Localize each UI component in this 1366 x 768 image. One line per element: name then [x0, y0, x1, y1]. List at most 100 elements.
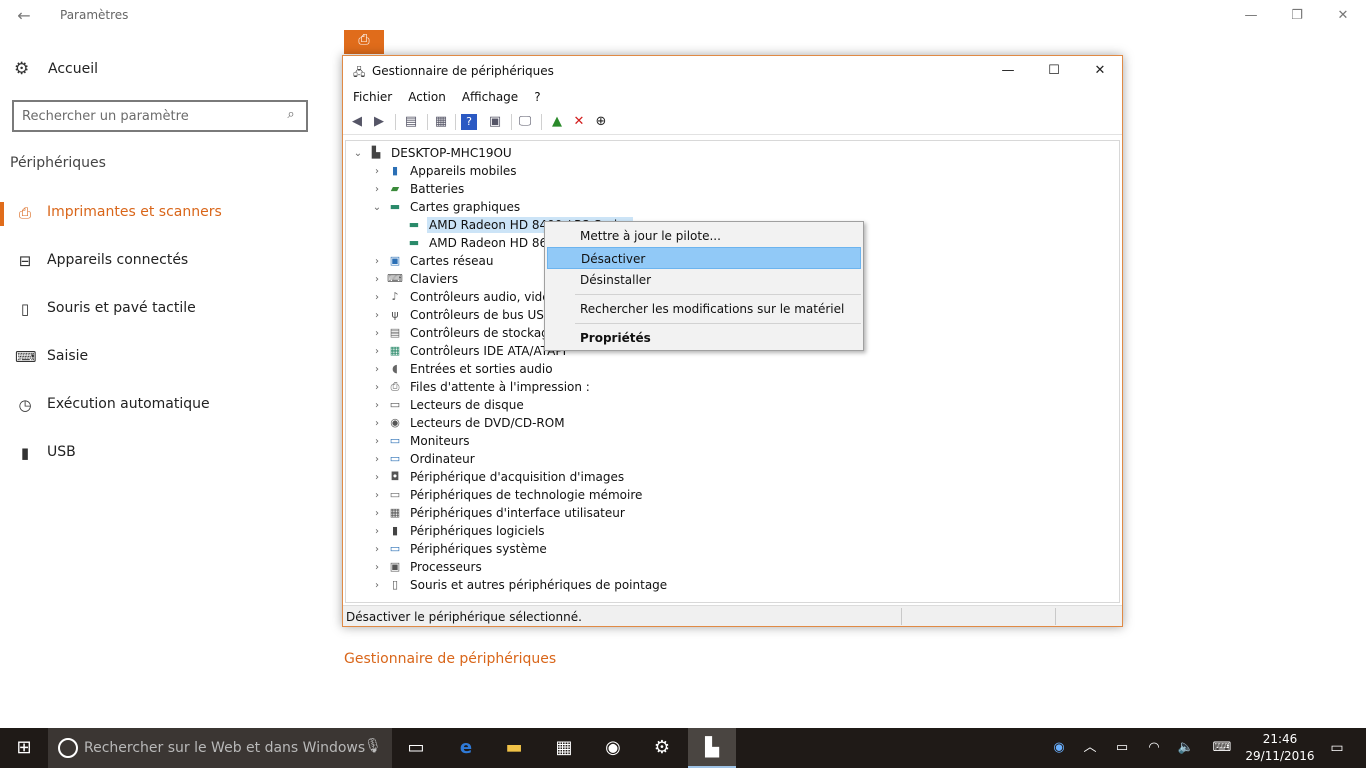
dm-close-button[interactable]: ✕ [1077, 56, 1123, 86]
chevron-right-icon[interactable]: › [371, 256, 383, 267]
settings-search[interactable]: ⌕ [12, 100, 308, 132]
chevron-right-icon[interactable]: › [371, 346, 383, 357]
tree-item[interactable]: › ◘ Périphérique d'acquisition d'images [371, 468, 626, 486]
tree-item[interactable]: › ⌨ Claviers [371, 270, 460, 288]
wifi-icon[interactable]: ◠ [1140, 728, 1168, 768]
nav-item-autoplay[interactable]: ◷ Exécution automatique [0, 388, 330, 436]
tree-item[interactable]: › ▦ Périphériques d'interface utilisateu… [371, 504, 627, 522]
chevron-down-icon[interactable]: ⌄ [371, 202, 383, 213]
tree-item[interactable]: › ▣ Processeurs [371, 558, 484, 576]
chevron-right-icon[interactable]: › [371, 292, 383, 303]
nav-item-typing[interactable]: ⌨ Saisie [0, 340, 330, 388]
chevron-right-icon[interactable]: › [371, 166, 383, 177]
menu-action[interactable]: Action [398, 86, 452, 108]
properties-icon[interactable]: ▦ [431, 112, 451, 132]
tree-item[interactable]: › ▭ Moniteurs [371, 432, 472, 450]
tree-item[interactable]: › ▭ Lecteurs de disque [371, 396, 526, 414]
chevron-down-icon[interactable]: ⌄ [352, 148, 364, 159]
battery-icon[interactable]: ▭ [1108, 728, 1136, 768]
chevron-right-icon[interactable]: › [371, 436, 383, 447]
tree-item[interactable]: › ◖ Entrées et sorties audio [371, 360, 555, 378]
chevron-right-icon[interactable]: › [371, 580, 383, 591]
scan-hardware-icon[interactable]: 🖵 [515, 112, 535, 132]
menu-affichage[interactable]: Affichage [452, 86, 524, 108]
notification-icon[interactable]: ▭ [1322, 728, 1352, 768]
menu-item-properties[interactable]: Propriétés [547, 327, 861, 349]
tree-item[interactable]: › ▭ Ordinateur [371, 450, 477, 468]
chevron-right-icon[interactable]: › [371, 382, 383, 393]
menu-item-uninstall[interactable]: Désinstaller [547, 269, 861, 291]
chevron-right-icon[interactable]: › [371, 418, 383, 429]
chevron-right-icon[interactable]: › [371, 328, 383, 339]
update-driver-icon[interactable]: ▲ [547, 112, 567, 132]
nav-item-mouse[interactable]: ▯ Souris et pavé tactile [0, 292, 330, 340]
show-hide-tree-icon[interactable]: ▤ [401, 112, 421, 132]
microphone-icon[interactable]: 🎙 [364, 738, 382, 758]
menu-help[interactable]: ? [524, 86, 546, 108]
tree-item[interactable]: › ▤ Contrôleurs de stockage [371, 324, 558, 342]
tree-item[interactable]: › ▮ Périphériques logiciels [371, 522, 547, 540]
tree-item[interactable]: › ▯ Souris et autres périphériques de po… [371, 576, 669, 594]
chevron-right-icon[interactable]: › [371, 562, 383, 573]
settings-search-input[interactable] [22, 107, 272, 125]
tree-item[interactable]: › ψ Contrôleurs de bus USB [371, 306, 554, 324]
minimize-button[interactable]: — [1228, 0, 1274, 32]
dm-maximize-button[interactable]: ☐ [1031, 56, 1077, 86]
settings-gear-icon[interactable]: ⚙ [638, 728, 686, 768]
tree-item[interactable]: › ▦ Contrôleurs IDE ATA/ATAPI [371, 342, 568, 360]
edge-icon[interactable]: e [442, 728, 490, 768]
chevron-right-icon[interactable]: › [371, 184, 383, 195]
device-manager-taskbar-icon[interactable]: ▙ [688, 728, 736, 768]
chevron-right-icon[interactable]: › [371, 364, 383, 375]
chevron-right-icon[interactable]: › [371, 472, 383, 483]
chevron-right-icon[interactable]: › [371, 490, 383, 501]
chevron-right-icon[interactable]: › [371, 544, 383, 555]
cortana-icon[interactable] [58, 738, 78, 758]
nav-item-printers[interactable]: ⎙ Imprimantes et scanners [0, 196, 330, 244]
tree-item[interactable]: › ▭ Périphériques système [371, 540, 549, 558]
tree-item[interactable]: › ▰ Batteries [371, 180, 466, 198]
app-tray-icon[interactable]: ◉ [1044, 728, 1074, 768]
back-arrow-icon[interactable]: ← [10, 4, 38, 28]
keyboard-icon[interactable]: ⌨ [1206, 728, 1238, 768]
clock[interactable]: 21:46 29/11/2016 [1240, 731, 1320, 765]
chevron-right-icon[interactable]: › [371, 310, 383, 321]
menu-item-scan-hardware[interactable]: Rechercher les modifications sur le maté… [547, 298, 861, 320]
view-icon[interactable]: ▣ [485, 112, 505, 132]
device-manager-link[interactable]: Gestionnaire de périphériques [344, 651, 556, 667]
volume-icon[interactable]: 🔈 [1172, 728, 1200, 768]
chevron-right-icon[interactable]: › [371, 274, 383, 285]
chevron-up-icon[interactable]: ︿ [1076, 728, 1104, 768]
tree-item[interactable]: ▬ AMD Radeon HD 8600 [390, 234, 564, 252]
tree-item[interactable]: ⌄ ▬ Cartes graphiques [371, 198, 522, 216]
task-view-icon[interactable]: ▭ [392, 728, 440, 768]
dm-minimize-button[interactable]: — [985, 56, 1031, 86]
menu-item-disable[interactable]: Désactiver [547, 247, 861, 269]
restore-button[interactable]: ❐ [1274, 0, 1320, 32]
tree-root[interactable]: ⌄ ▙ DESKTOP-MHC19OU [352, 144, 514, 162]
nav-item-usb[interactable]: ▮ USB [0, 436, 330, 484]
tree-item[interactable]: › ◉ Lecteurs de DVD/CD-ROM [371, 414, 567, 432]
file-explorer-icon[interactable]: ▬ [490, 728, 538, 768]
chevron-right-icon[interactable]: › [371, 400, 383, 411]
tree-item[interactable]: › ▮ Appareils mobiles [371, 162, 519, 180]
tree-item[interactable]: › ▣ Cartes réseau [371, 252, 495, 270]
chevron-right-icon[interactable]: › [371, 508, 383, 519]
nav-item-connected-devices[interactable]: ⊟ Appareils connectés [0, 244, 330, 292]
help-icon[interactable]: ? [461, 114, 477, 130]
uninstall-icon[interactable]: ✕ [569, 112, 589, 132]
forward-icon[interactable]: ▶ [369, 112, 389, 132]
tree-item[interactable]: › ▭ Périphériques de technologie mémoire [371, 486, 644, 504]
store-icon[interactable]: ▦ [540, 728, 588, 768]
windows-start-icon[interactable]: ⊞ [0, 728, 48, 768]
search-icon[interactable]: ⌕ [282, 107, 300, 125]
steam-icon[interactable]: ◉ [589, 728, 637, 768]
printer-icon[interactable]: ⎙ [344, 30, 384, 54]
chevron-right-icon[interactable]: › [371, 526, 383, 537]
taskbar-search[interactable]: Rechercher sur le Web et dans Windows 🎙 [48, 728, 392, 768]
close-button[interactable]: ✕ [1320, 0, 1366, 32]
home-link[interactable]: ⚙ Accueil [14, 58, 98, 80]
menu-item-update-driver[interactable]: Mettre à jour le pilote... [547, 225, 861, 247]
tree-item[interactable]: › ⎙ Files d'attente à l'impression : [371, 378, 592, 396]
chevron-right-icon[interactable]: › [371, 454, 383, 465]
